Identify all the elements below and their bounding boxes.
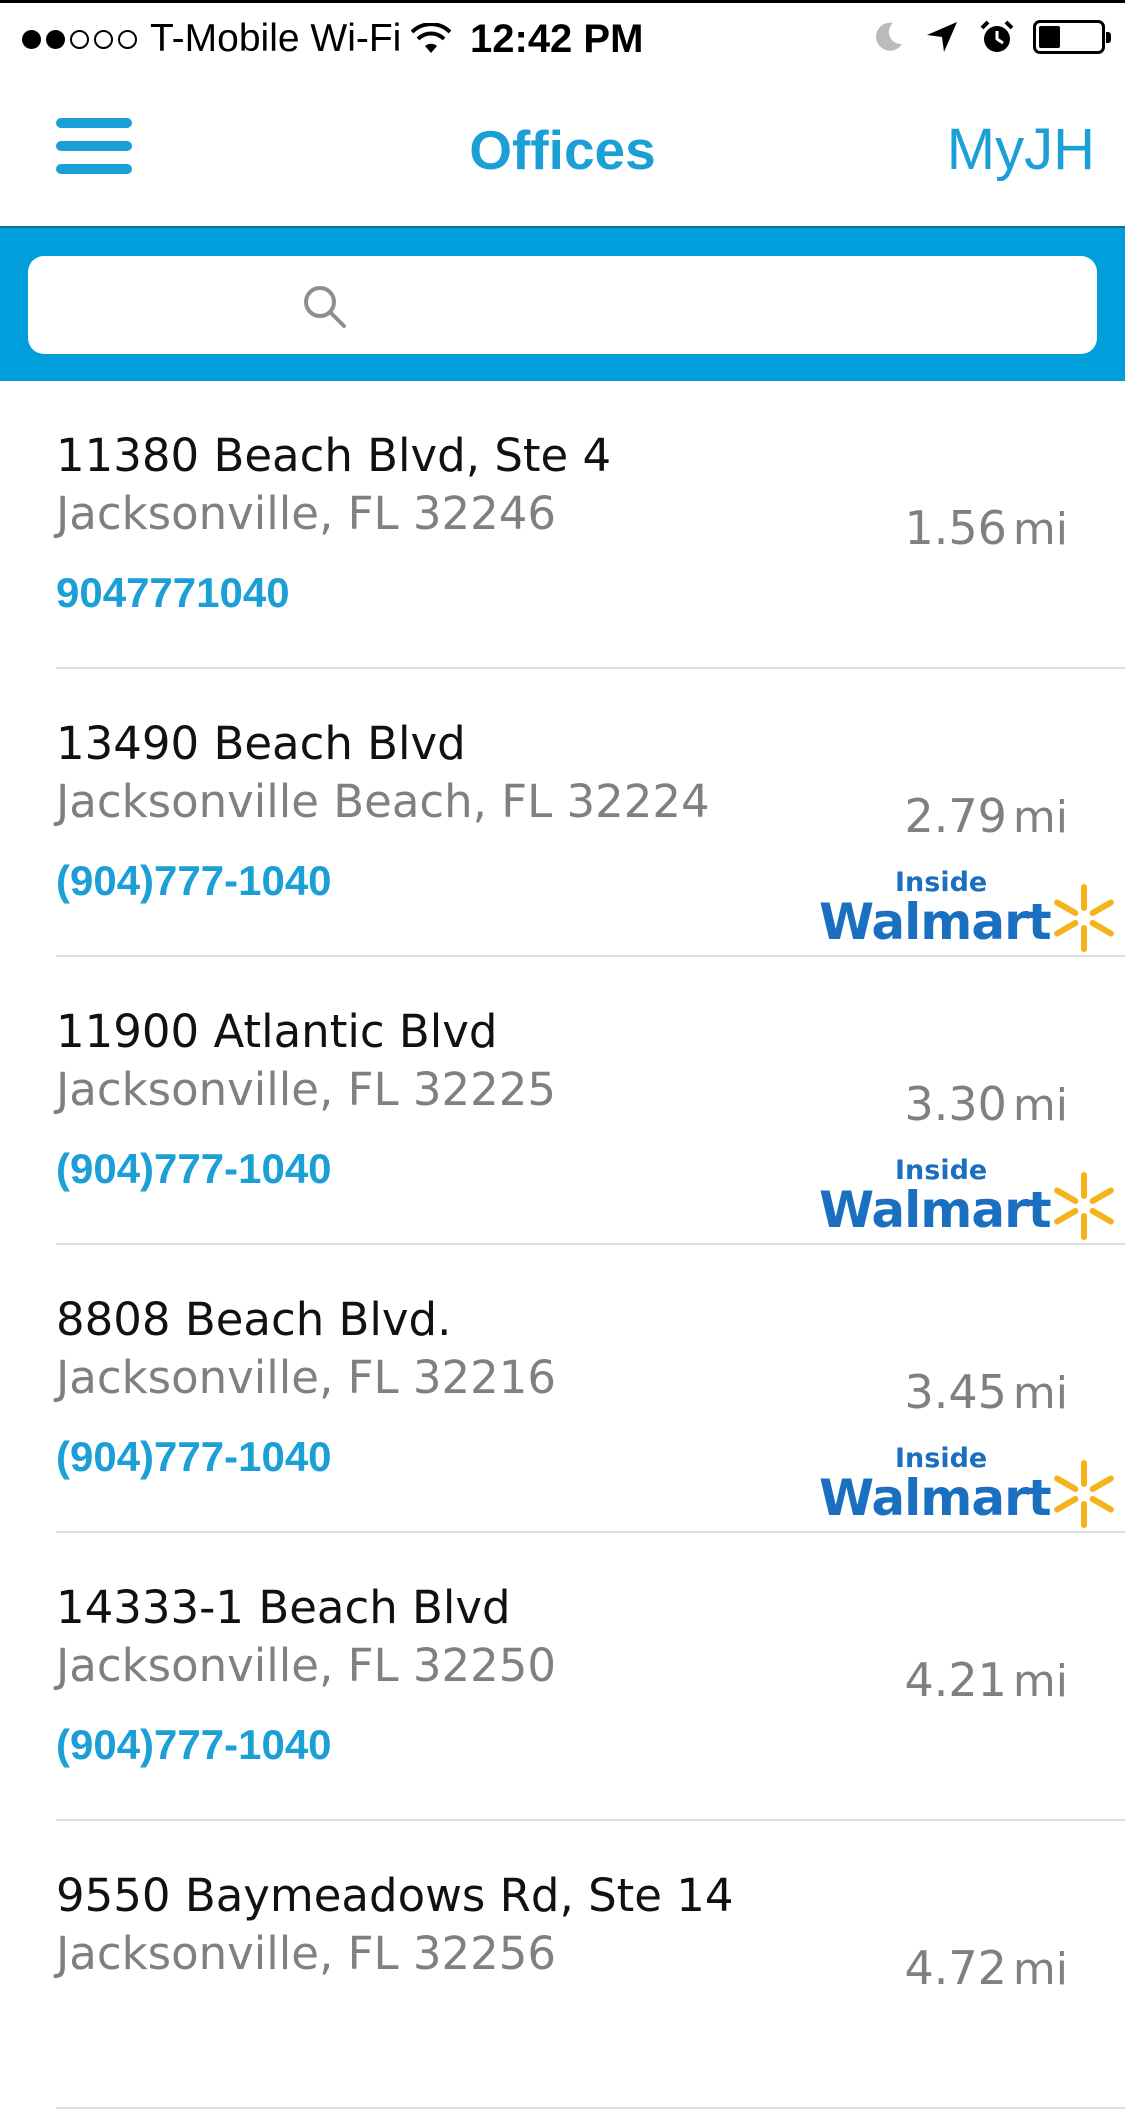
office-list-item[interactable]: 11900 Atlantic Blvd Jacksonville, FL 3222… — [0, 957, 1125, 1245]
office-phone-link[interactable]: (904)777-1040 — [56, 1433, 332, 1481]
search-input[interactable] — [368, 276, 1072, 336]
walmart-spark-ray — [1089, 1496, 1114, 1513]
alarm-icon — [980, 20, 1014, 52]
wifi-icon — [411, 23, 452, 53]
signal-dot — [70, 29, 89, 49]
office-address-line1: 8808 Beach Blvd. — [56, 1293, 452, 1346]
office-list: 11380 Beach Blvd, Ste 4 Jacksonville, FL … — [0, 381, 1125, 2109]
office-distance: 1.56 mi — [904, 501, 1068, 555]
distance-value: 3.45 — [904, 1365, 1007, 1419]
signal-dot — [46, 29, 65, 49]
walmart-spark-ray — [1054, 1475, 1079, 1492]
distance-value: 4.21 — [904, 1653, 1007, 1707]
walmart-spark-ray — [1054, 1496, 1079, 1513]
office-phone-link[interactable]: (904)777-1040 — [56, 1145, 332, 1193]
inside-walmart-badge: Inside Walmart — [819, 867, 1119, 957]
status-left: T-Mobile Wi-Fi — [22, 17, 452, 61]
location-arrow-icon — [927, 22, 957, 52]
walmart-spark-ray — [1054, 899, 1079, 916]
walmart-spark-ray — [1054, 1187, 1079, 1204]
search-box[interactable] — [28, 256, 1097, 354]
office-address-line2: Jacksonville, FL 32216 — [56, 1351, 556, 1404]
office-list-item[interactable]: 11380 Beach Blvd, Ste 4 Jacksonville, FL … — [0, 381, 1125, 669]
walmart-spark-ray — [1089, 899, 1114, 916]
search-bar-container — [0, 226, 1125, 381]
office-list-item[interactable]: 14333-1 Beach Blvd Jacksonville, FL 32250… — [0, 1533, 1125, 1821]
signal-dot — [94, 29, 113, 49]
office-distance: 4.72 mi — [904, 1941, 1068, 1995]
distance-unit: mi — [1012, 1368, 1068, 1419]
office-phone-link[interactable]: (904)777-1040 — [56, 1721, 332, 1769]
signal-dot — [22, 29, 41, 49]
distance-unit: mi — [1012, 792, 1068, 843]
status-bar: T-Mobile Wi-Fi 12:42 PM — [0, 0, 1125, 80]
office-phone-link[interactable]: (904)777-1040 — [56, 857, 332, 905]
inside-walmart-badge: Inside Walmart — [819, 1443, 1119, 1533]
search-icon — [304, 286, 346, 328]
office-address-line2: Jacksonville, FL 32246 — [56, 487, 556, 540]
walmart-spark-ray — [1089, 1475, 1114, 1492]
office-phone-link[interactable]: 9047771040 — [56, 569, 290, 617]
office-distance: 3.45 mi — [904, 1365, 1068, 1419]
status-right — [851, 19, 1111, 55]
distance-value: 2.79 — [904, 789, 1007, 843]
office-distance: 3.30 mi — [904, 1077, 1068, 1131]
office-address-line1: 11900 Atlantic Blvd — [56, 1005, 498, 1058]
walmart-spark-icon — [1054, 884, 1114, 952]
walmart-logo-text: Walmart — [819, 893, 1052, 951]
distance-unit: mi — [1012, 1656, 1068, 1707]
carrier-name: T-Mobile Wi-Fi — [150, 17, 402, 60]
walmart-spark-ray — [1089, 920, 1114, 937]
signal-strength-icon — [22, 29, 142, 49]
distance-value: 3.30 — [904, 1077, 1007, 1131]
office-list-item[interactable]: 8808 Beach Blvd. Jacksonville, FL 32216 (9… — [0, 1245, 1125, 1533]
office-address-line2: Jacksonville, FL 32256 — [56, 1927, 556, 1980]
moon-icon — [876, 22, 902, 51]
distance-value: 1.56 — [904, 501, 1007, 555]
walmart-spark-icon — [1054, 1172, 1114, 1240]
office-list-item[interactable]: 13490 Beach Blvd Jacksonville Beach, FL 3… — [0, 669, 1125, 957]
battery-fill — [1039, 26, 1060, 48]
walmart-spark-ray — [1089, 1187, 1114, 1204]
walmart-spark-ray — [1054, 1208, 1079, 1225]
navigation-bar: Offices MyJH — [0, 80, 1125, 226]
walmart-logo-text: Walmart — [819, 1469, 1052, 1527]
office-address-line1: 13490 Beach Blvd — [56, 717, 466, 770]
distance-unit: mi — [1012, 504, 1068, 555]
office-address-line1: 9550 Baymeadows Rd, Ste 14 — [56, 1869, 734, 1922]
office-address-line1: 14333-1 Beach Blvd — [56, 1581, 511, 1634]
distance-value: 4.72 — [904, 1941, 1007, 1995]
walmart-spark-icon — [1054, 1460, 1114, 1528]
myjh-link[interactable]: MyJH — [947, 116, 1095, 183]
office-distance: 4.21 mi — [904, 1653, 1068, 1707]
office-distance: 2.79 mi — [904, 789, 1068, 843]
inside-walmart-badge: Inside Walmart — [819, 1155, 1119, 1245]
office-address-line2: Jacksonville, FL 32250 — [56, 1639, 556, 1692]
office-address-line2: Jacksonville Beach, FL 32224 — [56, 775, 710, 828]
walmart-spark-ray — [1089, 1208, 1114, 1225]
walmart-logo-text: Walmart — [819, 1181, 1052, 1239]
signal-dot — [118, 29, 137, 49]
office-list-item[interactable]: 9550 Baymeadows Rd, Ste 14 Jacksonville, … — [0, 1821, 1125, 2109]
walmart-spark-ray — [1054, 920, 1079, 937]
battery-icon — [1033, 20, 1111, 54]
distance-unit: mi — [1012, 1944, 1068, 1995]
office-address-line2: Jacksonville, FL 32225 — [56, 1063, 556, 1116]
distance-unit: mi — [1012, 1080, 1068, 1131]
office-address-line1: 11380 Beach Blvd, Ste 4 — [56, 429, 612, 482]
battery-tip — [1106, 32, 1111, 43]
status-time: 12:42 PM — [470, 17, 644, 61]
